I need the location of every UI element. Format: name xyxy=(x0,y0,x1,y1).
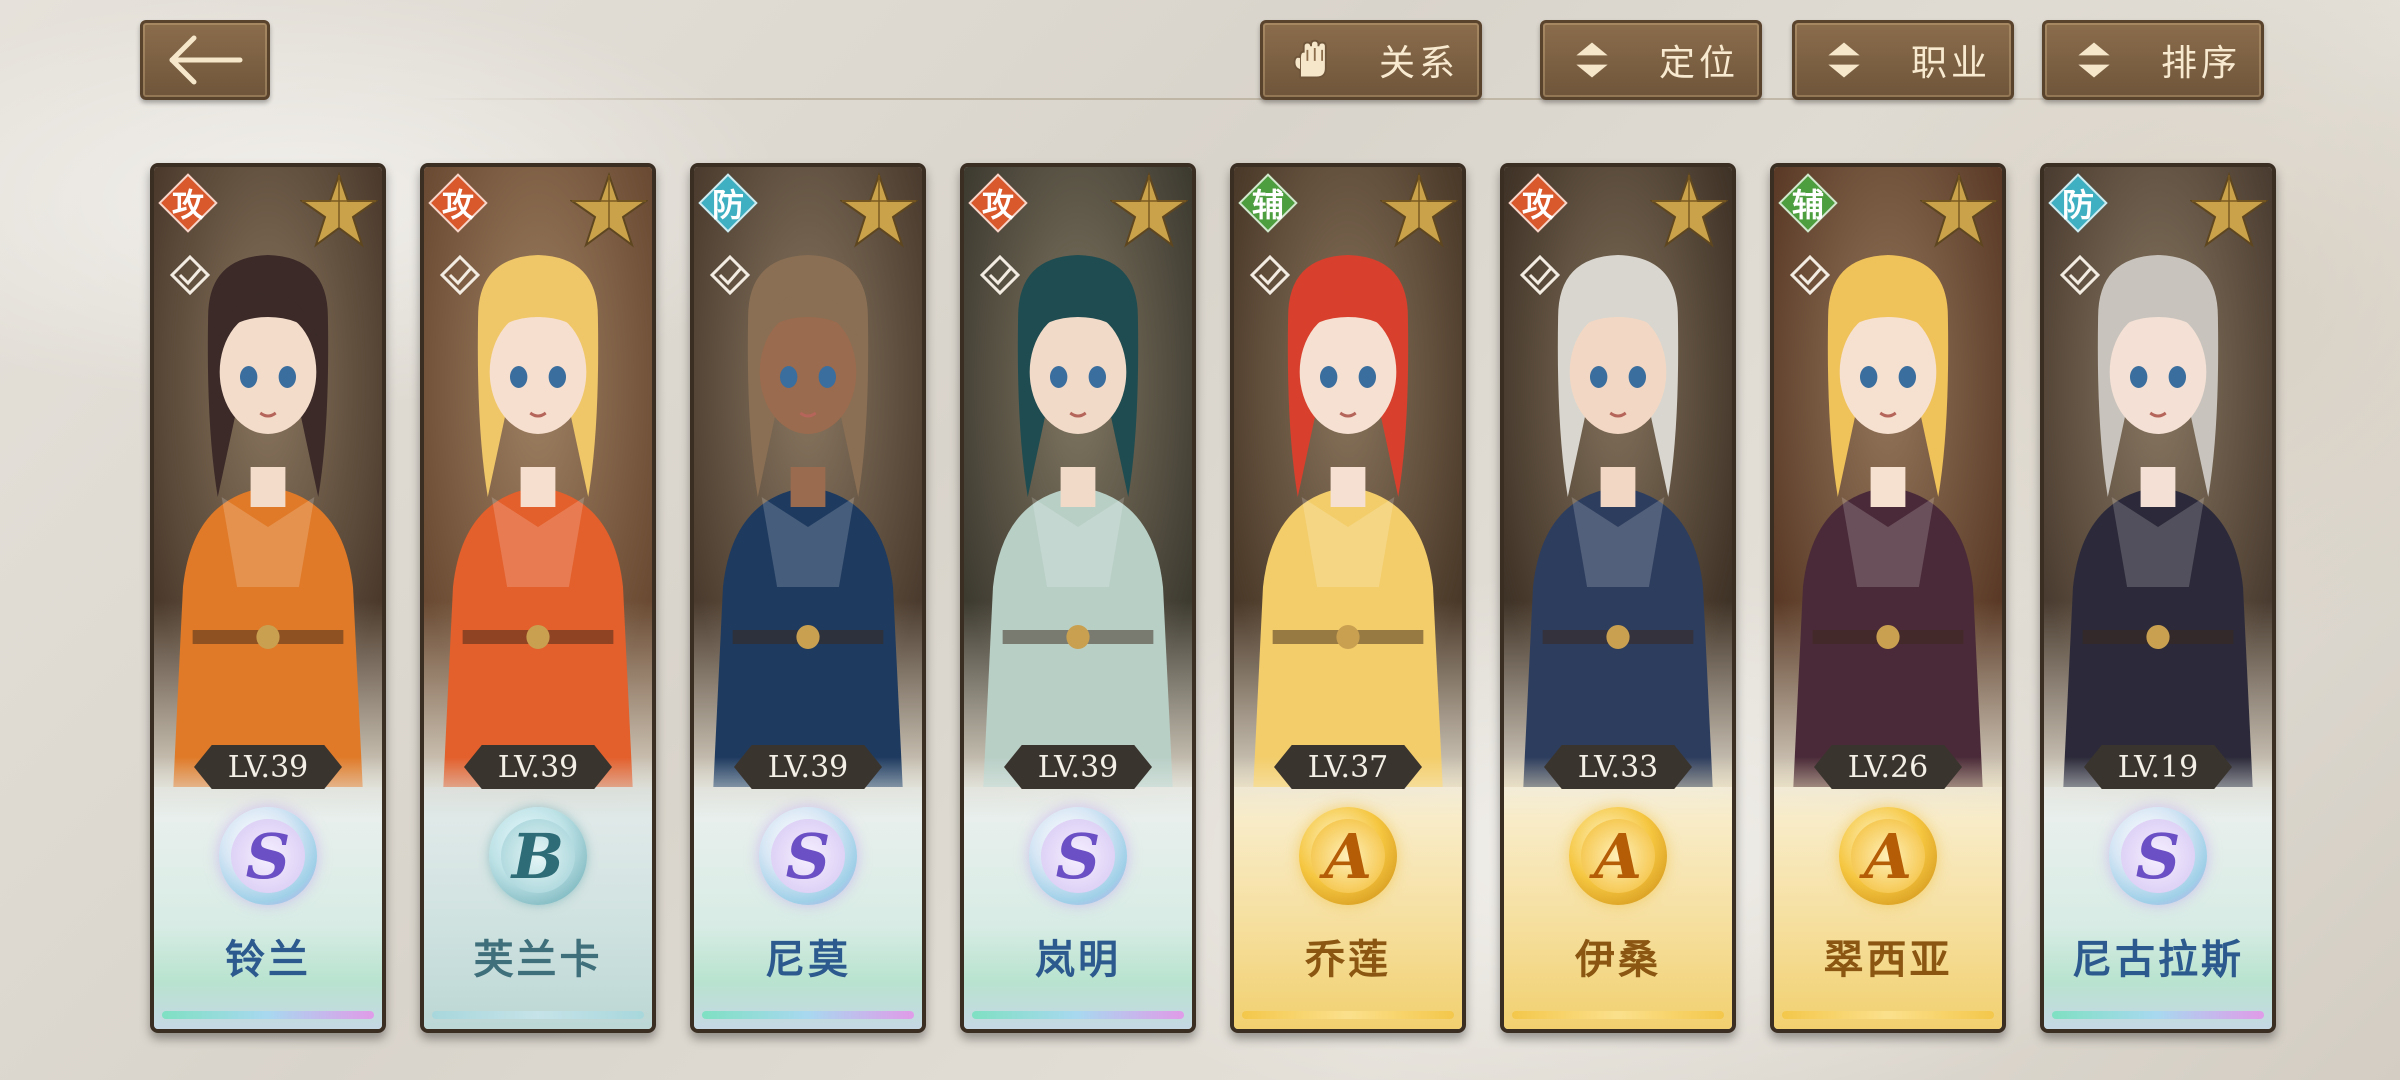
role-badge: 攻 xyxy=(428,173,488,233)
character-name: 芙兰卡 xyxy=(473,937,603,983)
character-name: 乔莲 xyxy=(1305,937,1391,983)
relation-label: 关系 xyxy=(1379,43,1460,84)
rank-letter: B xyxy=(501,819,575,893)
sort-arrows-icon xyxy=(2069,35,2119,85)
position-label: 定位 xyxy=(1659,43,1740,84)
character-card[interactable]: 攻 LV.39 S 铃兰 xyxy=(150,163,386,1033)
sort-label: 排序 xyxy=(2161,43,2242,84)
character-name: 岚明 xyxy=(1035,937,1121,983)
star-icon xyxy=(570,171,648,248)
check-diamond-icon xyxy=(709,254,751,296)
role-label: 攻 xyxy=(171,186,204,224)
check-diamond-icon xyxy=(2059,254,2101,296)
character-card[interactable]: 攻 LV.39 B 芙兰卡 xyxy=(420,163,656,1033)
check-diamond-icon xyxy=(1249,254,1291,296)
position-filter-button[interactable]: 定位 xyxy=(1540,20,1762,100)
star-icon xyxy=(1920,171,1998,248)
role-badge: 攻 xyxy=(1508,173,1568,233)
rank-medal: A xyxy=(1299,807,1397,905)
rank-letter: A xyxy=(1311,819,1385,893)
level-tag: LV.39 xyxy=(464,745,612,789)
role-badge: 辅 xyxy=(1778,173,1838,233)
back-button[interactable] xyxy=(140,20,270,100)
rank-medal: A xyxy=(1569,807,1667,905)
rank-letter: S xyxy=(2121,819,2195,893)
rank-letter: A xyxy=(1851,819,1925,893)
star-icon xyxy=(840,171,918,248)
character-card[interactable]: 防 LV.39 S 尼莫 xyxy=(690,163,926,1033)
card-bottom-bar xyxy=(972,1011,1184,1019)
check-diamond-icon xyxy=(979,254,1021,296)
glove-icon xyxy=(1287,35,1337,85)
card-bottom-bar xyxy=(702,1011,914,1019)
character-card[interactable]: 辅 LV.26 A 翠西亚 xyxy=(1770,163,2006,1033)
card-bottom-bar xyxy=(432,1011,644,1019)
role-label: 攻 xyxy=(981,186,1014,224)
sort-arrows-icon xyxy=(1819,35,1869,85)
card-bottom-bar xyxy=(1512,1011,1724,1019)
level-tag: LV.39 xyxy=(194,745,342,789)
star-icon xyxy=(1110,171,1188,248)
character-card[interactable]: 辅 LV.37 A 乔莲 xyxy=(1230,163,1466,1033)
rank-medal: A xyxy=(1839,807,1937,905)
rank-medal: S xyxy=(2109,807,2207,905)
card-bottom-bar xyxy=(1242,1011,1454,1019)
character-name: 尼古拉斯 xyxy=(2072,937,2244,983)
role-badge: 攻 xyxy=(158,173,218,233)
check-diamond-icon xyxy=(169,254,211,296)
rank-letter: S xyxy=(231,819,305,893)
star-icon xyxy=(1650,171,1728,248)
character-name: 铃兰 xyxy=(225,937,311,983)
sort-button[interactable]: 排序 xyxy=(2042,20,2264,100)
role-badge: 防 xyxy=(2048,173,2108,233)
star-icon xyxy=(1380,171,1458,248)
character-card[interactable]: 攻 LV.33 A 伊桑 xyxy=(1500,163,1736,1033)
rank-letter: S xyxy=(771,819,845,893)
job-label: 职业 xyxy=(1911,43,1992,84)
rank-medal: S xyxy=(219,807,317,905)
character-card[interactable]: 防 LV.19 S 尼古拉斯 xyxy=(2040,163,2276,1033)
job-filter-button[interactable]: 职业 xyxy=(1792,20,2014,100)
card-bottom-bar xyxy=(2052,1011,2264,1019)
character-card[interactable]: 攻 LV.39 S 岚明 xyxy=(960,163,1196,1033)
role-label: 防 xyxy=(2061,186,2094,224)
role-badge: 防 xyxy=(698,173,758,233)
level-tag: LV.19 xyxy=(2084,745,2232,789)
card-bottom-bar xyxy=(162,1011,374,1019)
sort-arrows-icon xyxy=(1567,35,1617,85)
rank-letter: S xyxy=(1041,819,1115,893)
role-label: 辅 xyxy=(1251,186,1284,224)
role-badge: 攻 xyxy=(968,173,1028,233)
character-name: 尼莫 xyxy=(765,937,851,983)
role-badge: 辅 xyxy=(1238,173,1298,233)
role-label: 防 xyxy=(711,186,744,224)
relation-button[interactable]: 关系 xyxy=(1260,20,1482,100)
check-diamond-icon xyxy=(439,254,481,296)
character-name: 伊桑 xyxy=(1575,937,1661,983)
rank-medal: S xyxy=(759,807,857,905)
check-diamond-icon xyxy=(1519,254,1561,296)
rank-medal: B xyxy=(489,807,587,905)
check-diamond-icon xyxy=(1789,254,1831,296)
star-icon xyxy=(300,171,378,248)
role-label: 攻 xyxy=(1521,186,1554,224)
arrow-left-icon xyxy=(169,35,243,85)
role-label: 辅 xyxy=(1791,186,1824,224)
card-bottom-bar xyxy=(1782,1011,1994,1019)
level-tag: LV.39 xyxy=(1004,745,1152,789)
rank-medal: S xyxy=(1029,807,1127,905)
character-name: 翠西亚 xyxy=(1823,937,1953,983)
rank-letter: A xyxy=(1581,819,1655,893)
level-tag: LV.39 xyxy=(734,745,882,789)
level-tag: LV.33 xyxy=(1544,745,1692,789)
star-icon xyxy=(2190,171,2268,248)
level-tag: LV.26 xyxy=(1814,745,1962,789)
level-tag: LV.37 xyxy=(1274,745,1422,789)
role-label: 攻 xyxy=(441,186,474,224)
